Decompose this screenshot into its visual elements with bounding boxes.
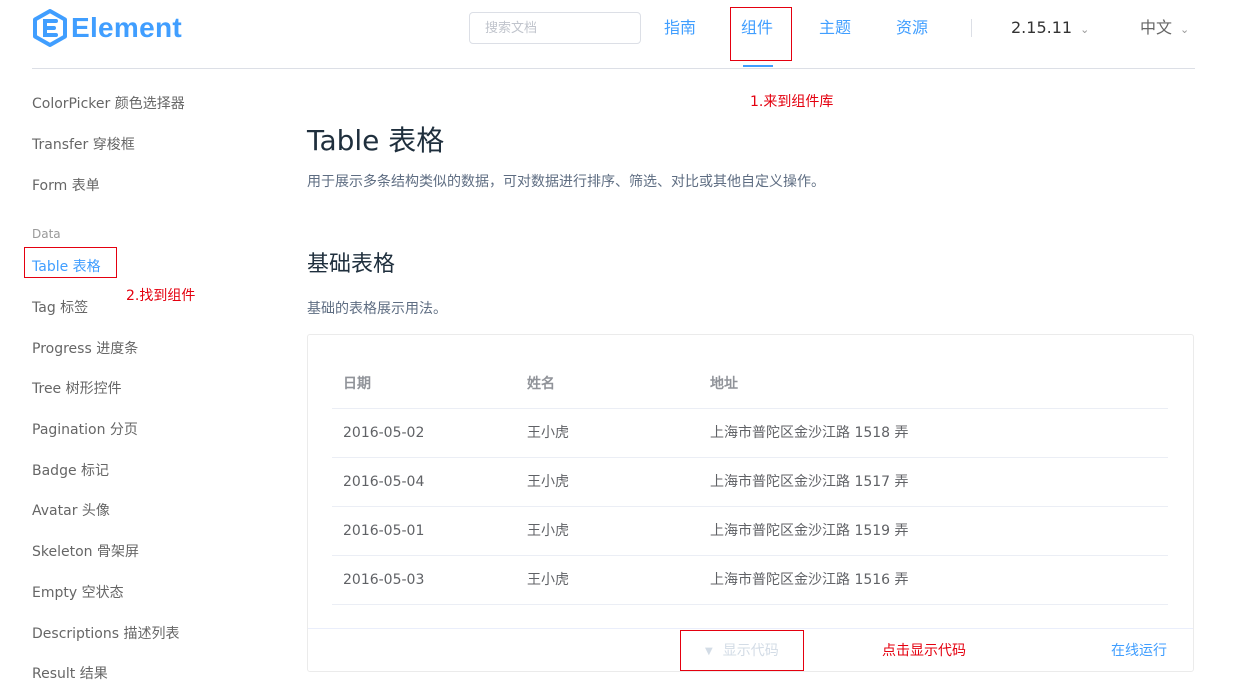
cell-date: 2016-05-01 (343, 523, 425, 539)
nav-guide[interactable]: 指南 (664, 17, 696, 39)
cell-address: 上海市普陀区金沙江路 1519 弄 (710, 523, 909, 539)
column-header-date: 日期 (343, 376, 371, 392)
annotation-step3: 点击显示代码 (882, 643, 966, 659)
language-select[interactable]: 中文 ⌄ (1140, 17, 1189, 41)
run-online-button[interactable]: 在线运行 (1111, 629, 1167, 673)
nav-resource[interactable]: 资源 (896, 17, 928, 39)
highlight-box-show-code (680, 630, 804, 671)
nav-active-indicator (743, 65, 773, 67)
sidebar-item-colorpicker[interactable]: ColorPicker 颜色选择器 (32, 95, 185, 113)
basic-table: 日期 姓名 地址 2016-05-02 王小虎 上海市普陀区金沙江路 1518 … (332, 360, 1168, 605)
cell-date: 2016-05-04 (343, 474, 425, 490)
chevron-down-icon: ⌄ (1080, 23, 1090, 36)
hexagon-logo-icon (33, 9, 67, 47)
highlight-box-table-item (24, 247, 117, 278)
page-title: Table 表格 (307, 124, 445, 157)
cell-address: 上海市普陀区金沙江路 1517 弄 (710, 474, 909, 490)
version-select[interactable]: 2.15.11 ⌄ (1011, 17, 1089, 41)
sidebar-item-skeleton[interactable]: Skeleton 骨架屏 (32, 543, 139, 561)
annotation-step1: 1.来到组件库 (750, 94, 834, 110)
cell-date: 2016-05-02 (343, 425, 425, 441)
table-row: 2016-05-04 王小虎 上海市普陀区金沙江路 1517 弄 (332, 458, 1168, 507)
search-input[interactable] (469, 12, 641, 44)
sidebar-item-partial[interactable]: … (32, 69, 46, 73)
sidebar: … ColorPicker 颜色选择器 Transfer 穿梭框 Form 表单… (0, 69, 260, 686)
cell-name: 王小虎 (527, 523, 569, 539)
logo-text: Element (71, 12, 183, 43)
sidebar-item-avatar[interactable]: Avatar 头像 (32, 502, 110, 520)
annotation-step2: 2.找到组件 (126, 288, 196, 304)
sidebar-group-data: Data (32, 227, 61, 241)
column-header-name: 姓名 (527, 376, 555, 392)
table-row: 2016-05-02 王小虎 上海市普陀区金沙江路 1518 弄 (332, 409, 1168, 458)
language-label: 中文 (1140, 18, 1173, 37)
cell-name: 王小虎 (527, 572, 569, 588)
cell-name: 王小虎 (527, 474, 569, 490)
sidebar-item-descriptions[interactable]: Descriptions 描述列表 (32, 625, 179, 643)
element-logo[interactable]: Element (32, 9, 182, 47)
section-title: 基础表格 (307, 252, 396, 277)
page-description: 用于展示多条结构类似的数据，可对数据进行排序、筛选、对比或其他自定义操作。 (307, 174, 825, 190)
sidebar-item-pagination[interactable]: Pagination 分页 (32, 421, 138, 439)
table-row: 2016-05-01 王小虎 上海市普陀区金沙江路 1519 弄 (332, 507, 1168, 556)
cell-address: 上海市普陀区金沙江路 1516 弄 (710, 572, 909, 588)
top-header: Element 指南 组件 主题 资源 2.15.11⌄ 中文⌄ (0, 0, 1235, 68)
cell-name: 王小虎 (527, 425, 569, 441)
sidebar-item-badge[interactable]: Badge 标记 (32, 462, 109, 480)
nav-divider (971, 19, 972, 37)
sidebar-item-tag[interactable]: Tag 标签 (32, 299, 88, 317)
version-label: 2.15.11 (1011, 18, 1073, 37)
sidebar-item-form[interactable]: Form 表单 (32, 177, 100, 195)
sidebar-item-result[interactable]: Result 结果 (32, 665, 108, 683)
cell-date: 2016-05-03 (343, 572, 425, 588)
sidebar-item-tree[interactable]: Tree 树形控件 (32, 380, 122, 398)
demo-block: 日期 姓名 地址 2016-05-02 王小虎 上海市普陀区金沙江路 1518 … (307, 334, 1194, 672)
cell-address: 上海市普陀区金沙江路 1518 弄 (710, 425, 909, 441)
sidebar-item-empty[interactable]: Empty 空状态 (32, 584, 124, 602)
sidebar-item-transfer[interactable]: Transfer 穿梭框 (32, 136, 135, 154)
highlight-box-component-nav (730, 7, 792, 61)
chevron-down-icon: ⌄ (1180, 23, 1190, 36)
nav-theme[interactable]: 主题 (819, 17, 851, 39)
table-header-row: 日期 姓名 地址 (332, 360, 1168, 409)
sidebar-item-progress[interactable]: Progress 进度条 (32, 340, 138, 358)
column-header-address: 地址 (710, 376, 738, 392)
table-row: 2016-05-03 王小虎 上海市普陀区金沙江路 1516 弄 (332, 556, 1168, 605)
section-description: 基础的表格展示用法。 (307, 301, 447, 317)
